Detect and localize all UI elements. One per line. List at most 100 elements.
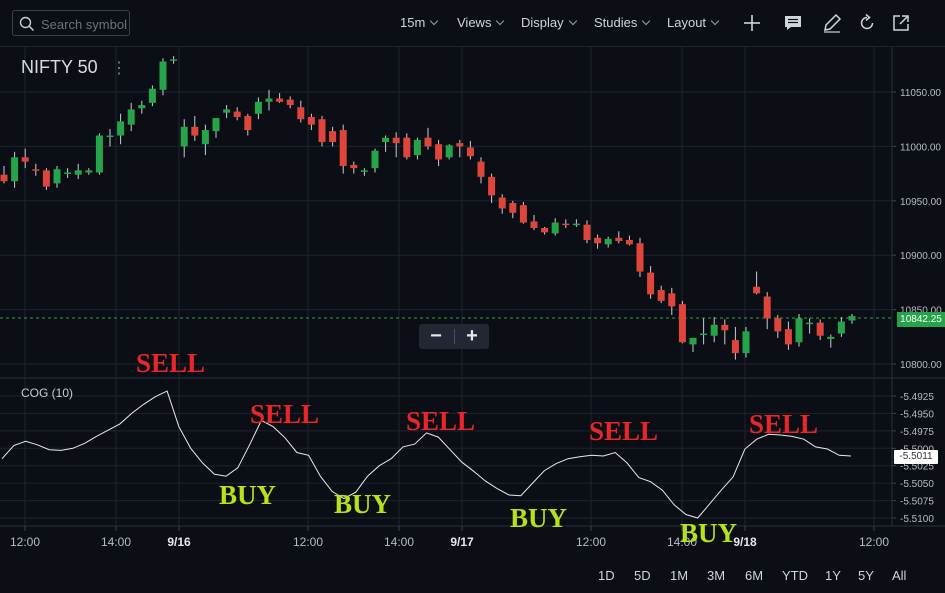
candle-up <box>848 316 856 321</box>
candle-up <box>837 321 845 334</box>
candle-up <box>117 121 125 136</box>
candle-up <box>827 336 835 339</box>
x-tick-label: 9/17 <box>450 535 474 549</box>
symbol-menu-icon[interactable]: ⋮ <box>111 58 127 78</box>
buy-annotation: BUY <box>219 480 277 510</box>
candle-down <box>318 119 326 143</box>
candle-down <box>477 161 485 177</box>
candle-down <box>466 147 474 157</box>
candle-up <box>95 135 103 173</box>
y-tick-label: -5.5075 <box>900 497 934 508</box>
candle-up <box>11 157 19 182</box>
candle-up <box>180 126 188 147</box>
candle-up <box>742 331 750 354</box>
x-tick-label: 12:00 <box>859 535 889 549</box>
buy-annotation: BUY <box>680 518 738 548</box>
candle-up <box>689 337 697 345</box>
candle-down <box>562 223 570 226</box>
sell-annotation: SELL <box>250 399 320 429</box>
study-label[interactable]: COG (10) <box>21 386 73 400</box>
chart-grid <box>0 47 945 527</box>
candle-down <box>615 237 623 242</box>
candle-down <box>625 239 633 245</box>
range-ytd-button[interactable]: YTD <box>782 568 808 583</box>
candle-down <box>784 329 792 345</box>
candle-up <box>127 109 135 125</box>
candle-down <box>191 126 199 136</box>
candle-down <box>509 202 517 213</box>
candle-up <box>223 109 231 113</box>
last-price-label: 10842.25 <box>897 312 945 327</box>
chart-canvas[interactable]: 12:00 14:00 9/16 12:00 14:00 9/17 12:00 14:00 9/… <box>0 0 945 557</box>
x-tick-label: 12:00 <box>576 535 606 549</box>
candle-up <box>254 101 262 114</box>
candle-down <box>647 272 655 295</box>
candle-up <box>265 98 273 102</box>
x-tick-label: 14:00 <box>101 535 131 549</box>
candle-up <box>138 105 146 109</box>
candle-down <box>456 143 464 147</box>
candle-down <box>32 169 40 171</box>
candle-up <box>710 324 718 336</box>
candle-down <box>297 107 305 120</box>
sell-annotation: SELL <box>136 348 206 378</box>
y-tick-label: 10900.00 <box>900 251 942 262</box>
y-tick-label: -5.4950 <box>900 409 934 420</box>
candle-down <box>753 286 761 294</box>
sell-annotation: SELL <box>406 406 476 436</box>
candle-down <box>498 197 506 209</box>
range-5d-button[interactable]: 5D <box>634 568 651 583</box>
y-tick-label: -5.4975 <box>900 427 934 438</box>
candle-down <box>339 130 347 166</box>
y-tick-label: -5.5100 <box>900 514 934 525</box>
candle-down <box>530 221 538 228</box>
candle-down <box>583 224 591 240</box>
candle-up <box>74 170 82 175</box>
candle-down <box>541 228 549 233</box>
symbol-name[interactable]: NIFTY 50 <box>21 57 98 78</box>
candle-down <box>286 99 294 106</box>
candle-up <box>170 59 178 61</box>
zoom-out-button[interactable]: − <box>419 324 453 349</box>
candle-down <box>424 137 432 147</box>
buy-annotation: BUY <box>334 489 392 519</box>
candle-up <box>806 322 814 325</box>
range-all-button[interactable]: All <box>892 568 906 583</box>
y-tick-label: 11000.00 <box>900 142 941 153</box>
y-tick-label: 10950.00 <box>900 197 942 208</box>
candle-down <box>594 237 602 244</box>
candle-down <box>350 164 358 169</box>
candle-down <box>721 324 729 331</box>
y-tick-label: 11050.00 <box>900 88 941 99</box>
zoom-in-button[interactable]: + <box>455 324 489 349</box>
candle-up <box>572 223 580 226</box>
candle-up <box>604 238 612 245</box>
candle-up <box>371 150 379 169</box>
range-1m-button[interactable]: 1M <box>670 568 688 583</box>
candle-up <box>795 318 803 343</box>
candle-down <box>636 243 644 272</box>
range-5y-button[interactable]: 5Y <box>858 568 874 583</box>
buy-annotation: BUY <box>510 503 568 533</box>
candle-down <box>488 176 496 196</box>
candle-up <box>413 139 421 156</box>
candle-up <box>551 222 559 234</box>
range-6m-button[interactable]: 6M <box>745 568 763 583</box>
candle-down <box>435 144 443 160</box>
sell-annotation: SELL <box>589 416 659 446</box>
candle-down <box>329 131 337 143</box>
y-tick-label: -5.5050 <box>900 479 934 490</box>
candle-down <box>276 98 284 102</box>
candle-up <box>212 118 220 132</box>
x-tick-label: 9/16 <box>167 535 191 549</box>
range-3m-button[interactable]: 3M <box>707 568 725 583</box>
range-1d-button[interactable]: 1D <box>598 568 615 583</box>
candle-down <box>678 304 686 343</box>
sell-annotation: SELL <box>749 409 819 439</box>
candle-up <box>85 170 93 173</box>
candle-down <box>774 318 782 332</box>
candle-up <box>445 145 453 158</box>
zoom-control: − + <box>419 324 489 349</box>
range-1y-button[interactable]: 1Y <box>825 568 841 583</box>
y-tick-label: 10800.00 <box>900 360 942 371</box>
